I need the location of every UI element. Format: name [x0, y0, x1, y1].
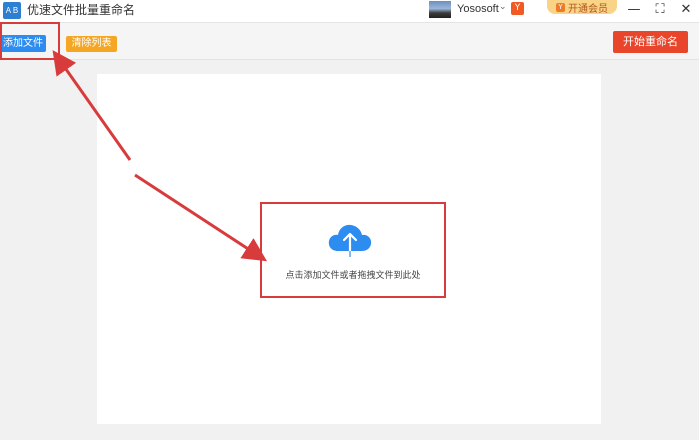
- brand-logo-icon: Y: [511, 2, 524, 15]
- cloud-upload-icon: [328, 224, 372, 257]
- start-rename-button[interactable]: 开始重命名: [613, 31, 688, 53]
- chevron-down-icon[interactable]: ⌄: [499, 2, 507, 12]
- drop-hint-text: 点击添加文件或者拖拽文件到此处: [285, 271, 421, 281]
- vip-button[interactable]: Y 开通会员: [547, 0, 617, 15]
- title-bar: A B 优速文件批量重命名 Yososoft ⌄ Y Y 开通会员 — ⛶ ✕: [0, 0, 699, 23]
- avatar[interactable]: [429, 1, 451, 18]
- toolbar: 添加文件 清除列表 开始重命名: [0, 23, 699, 60]
- vip-label: 开通会员: [568, 3, 608, 15]
- close-button[interactable]: ✕: [677, 2, 695, 18]
- file-list-panel[interactable]: 点击添加文件或者拖拽文件到此处: [97, 74, 601, 424]
- maximize-button[interactable]: ⛶: [651, 2, 669, 18]
- app-title: 优速文件批量重命名: [27, 3, 136, 17]
- annotation-highlight-add: [0, 22, 60, 60]
- username[interactable]: Yososoft: [457, 3, 499, 15]
- crown-icon: Y: [556, 2, 565, 12]
- clear-list-button[interactable]: 清除列表: [66, 36, 117, 52]
- app-logo-icon: A B: [3, 2, 21, 19]
- minimize-button[interactable]: —: [625, 2, 643, 18]
- drop-zone[interactable]: 点击添加文件或者拖拽文件到此处: [260, 202, 446, 298]
